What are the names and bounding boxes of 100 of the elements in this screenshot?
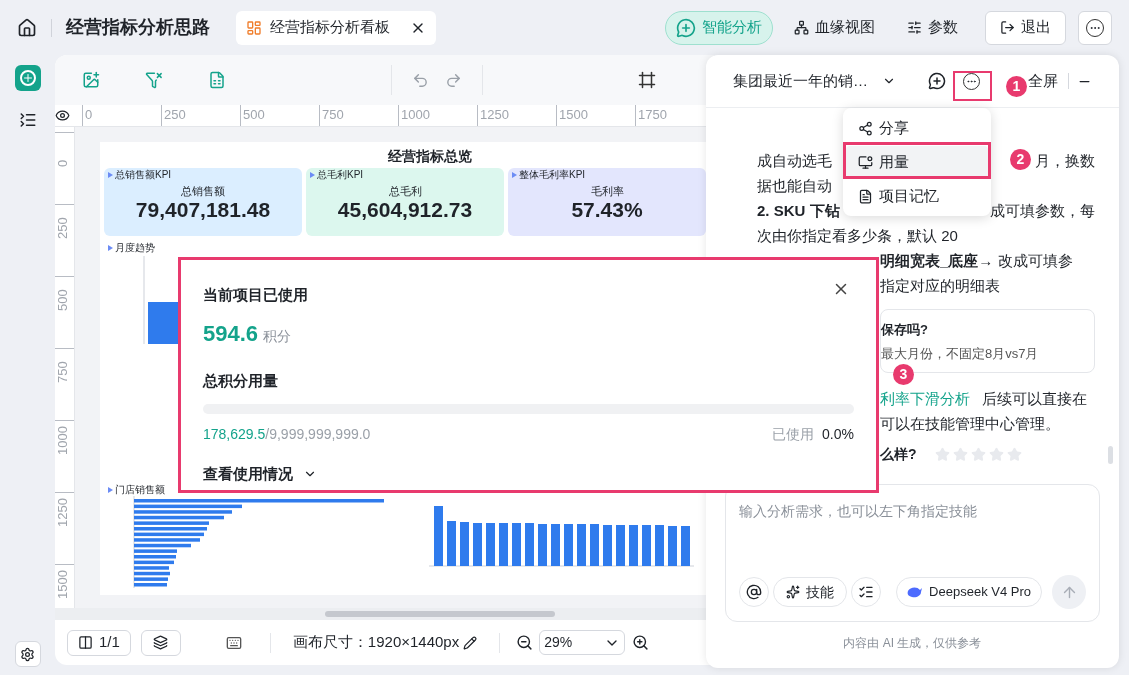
nav-button[interactable]: 血缘视图 bbox=[783, 10, 886, 45]
message-input-box[interactable]: 输入分析需求，也可以左下角指定技能 技能 Deepseek V4 Pro bbox=[725, 484, 1100, 622]
edit-icon[interactable] bbox=[463, 635, 478, 650]
message-text: 后续可以直接在 bbox=[982, 389, 1087, 410]
zoom-out-icon[interactable] bbox=[516, 634, 534, 651]
kpi-tag: 总毛利KPI bbox=[317, 169, 364, 181]
share-icon bbox=[858, 120, 873, 136]
chart-bar bbox=[577, 524, 586, 566]
ruler-label: 1500 bbox=[556, 105, 635, 126]
scrollbar-thumb[interactable] bbox=[1108, 446, 1113, 464]
ruler-label: 250 bbox=[161, 105, 240, 126]
used-label: 已使用 bbox=[772, 425, 815, 444]
message-input[interactable]: 输入分析需求，也可以左下角指定技能 bbox=[739, 501, 1086, 575]
new-chat-icon[interactable] bbox=[928, 72, 946, 90]
chart-bar bbox=[473, 523, 482, 566]
chat-bubble-icon bbox=[676, 17, 696, 38]
scrollbar-thumb[interactable] bbox=[325, 611, 555, 617]
settings-button[interactable] bbox=[14, 641, 41, 667]
used-percent: 0.0% bbox=[822, 425, 854, 444]
more-button[interactable] bbox=[1078, 10, 1112, 45]
chart-bar bbox=[655, 525, 664, 566]
whale-icon bbox=[907, 586, 924, 598]
star-rating[interactable] bbox=[934, 447, 1022, 462]
triangle-icon bbox=[108, 245, 113, 251]
chat-title[interactable]: 集团最近一年的销… bbox=[733, 69, 868, 93]
unit-label: 积分 bbox=[263, 326, 292, 346]
layers-icon bbox=[153, 635, 169, 650]
chart-bar bbox=[590, 524, 599, 566]
chart-bar bbox=[616, 525, 625, 566]
menu-item[interactable]: 分享 bbox=[846, 112, 988, 144]
add-filter-icon[interactable] bbox=[145, 71, 163, 89]
canvas-size-text: 画布尺寸：1920×1440px bbox=[292, 632, 460, 653]
kpi-value: 79,407,181.48 bbox=[135, 198, 271, 222]
section-label: 门店销售额 bbox=[115, 484, 165, 496]
nav-button[interactable]: 参数 bbox=[896, 10, 969, 45]
chart-bar bbox=[460, 522, 469, 566]
message-text: → 改成可填参 bbox=[978, 251, 1073, 272]
chart-bar bbox=[525, 523, 534, 566]
dashboard-icon bbox=[246, 19, 262, 36]
chart-bar bbox=[603, 525, 612, 566]
chart-bar bbox=[447, 521, 456, 566]
visibility-icon[interactable] bbox=[55, 108, 70, 123]
rating-label: 么样? bbox=[880, 445, 917, 464]
triangle-icon bbox=[310, 172, 315, 178]
layers-button[interactable] bbox=[140, 629, 181, 656]
chart-bar bbox=[538, 524, 547, 566]
kpi-label: 总毛利 bbox=[388, 184, 422, 198]
keyboard-icon[interactable] bbox=[225, 634, 242, 651]
kpi-tag: 整体毛利率KPI bbox=[519, 169, 586, 181]
at-icon bbox=[746, 584, 762, 600]
chart-bar bbox=[668, 526, 677, 566]
popover-title: 当前项目已使用 bbox=[203, 285, 308, 305]
ruler-label: 1250 bbox=[477, 105, 556, 126]
add-table-icon[interactable] bbox=[208, 71, 226, 89]
ruler-label: 1250 bbox=[55, 497, 71, 527]
chart-bar bbox=[681, 526, 690, 566]
message-text: 指定对应的明细表 bbox=[880, 276, 1000, 297]
message-text: 据也能自动 bbox=[757, 176, 832, 197]
columns-icon bbox=[78, 635, 93, 650]
message-text: 2. SKU 下钻 bbox=[757, 201, 840, 222]
section-label: 月度趋势 bbox=[115, 242, 155, 254]
exit-button[interactable]: 退出 bbox=[985, 10, 1066, 45]
usage-details-toggle[interactable]: 查看使用情况 bbox=[203, 463, 317, 486]
chart-bar bbox=[551, 524, 560, 566]
document-tab[interactable]: 经营指标分析看板 bbox=[236, 10, 436, 45]
hierarchy-icon bbox=[794, 20, 809, 35]
zoom-in-icon[interactable] bbox=[632, 634, 650, 651]
message-text: 可以在技能管理中心管理。 bbox=[880, 414, 1060, 435]
crop-icon[interactable] bbox=[638, 71, 656, 89]
plus-icon bbox=[19, 70, 36, 86]
zoom-select[interactable]: 29% bbox=[539, 630, 626, 655]
ruler-label: 1000 bbox=[55, 425, 71, 455]
chart-bar bbox=[148, 302, 178, 344]
document-icon bbox=[858, 188, 873, 204]
message-text: 成可填参数，每 bbox=[990, 201, 1095, 222]
ruler-label: 1500 bbox=[55, 569, 71, 599]
add-image-icon[interactable] bbox=[82, 71, 100, 89]
chart-bar bbox=[564, 524, 573, 566]
kpi-label: 总销售额 bbox=[181, 184, 225, 198]
sliders-icon bbox=[907, 20, 922, 35]
fullscreen-button[interactable]: 全屏 bbox=[1028, 69, 1058, 93]
monitor-icon bbox=[858, 154, 873, 170]
star-icon[interactable] bbox=[1006, 447, 1022, 462]
kpi-value: 45,604,912.73 bbox=[337, 198, 473, 222]
outline-icon[interactable] bbox=[18, 111, 37, 129]
triangle-icon bbox=[108, 172, 113, 178]
kpi-value: 57.43% bbox=[571, 198, 643, 222]
menu-item[interactable]: 用量 bbox=[846, 146, 988, 178]
home-icon[interactable] bbox=[17, 17, 37, 38]
page-button[interactable]: 1/1 bbox=[67, 629, 131, 656]
used-amount: 178,629.5 bbox=[203, 425, 266, 444]
chart-bar bbox=[642, 525, 651, 566]
chart-bar bbox=[499, 523, 508, 566]
triangle-icon bbox=[108, 487, 113, 493]
add-button[interactable] bbox=[14, 65, 41, 91]
ruler-label: 500 bbox=[55, 288, 71, 311]
dashboard-title: 经营指标总览 bbox=[387, 147, 472, 166]
logout-icon bbox=[1000, 20, 1015, 35]
message-text: 明细宽表_底座 bbox=[880, 251, 979, 272]
menu-item[interactable]: 项目记忆 bbox=[846, 180, 988, 212]
